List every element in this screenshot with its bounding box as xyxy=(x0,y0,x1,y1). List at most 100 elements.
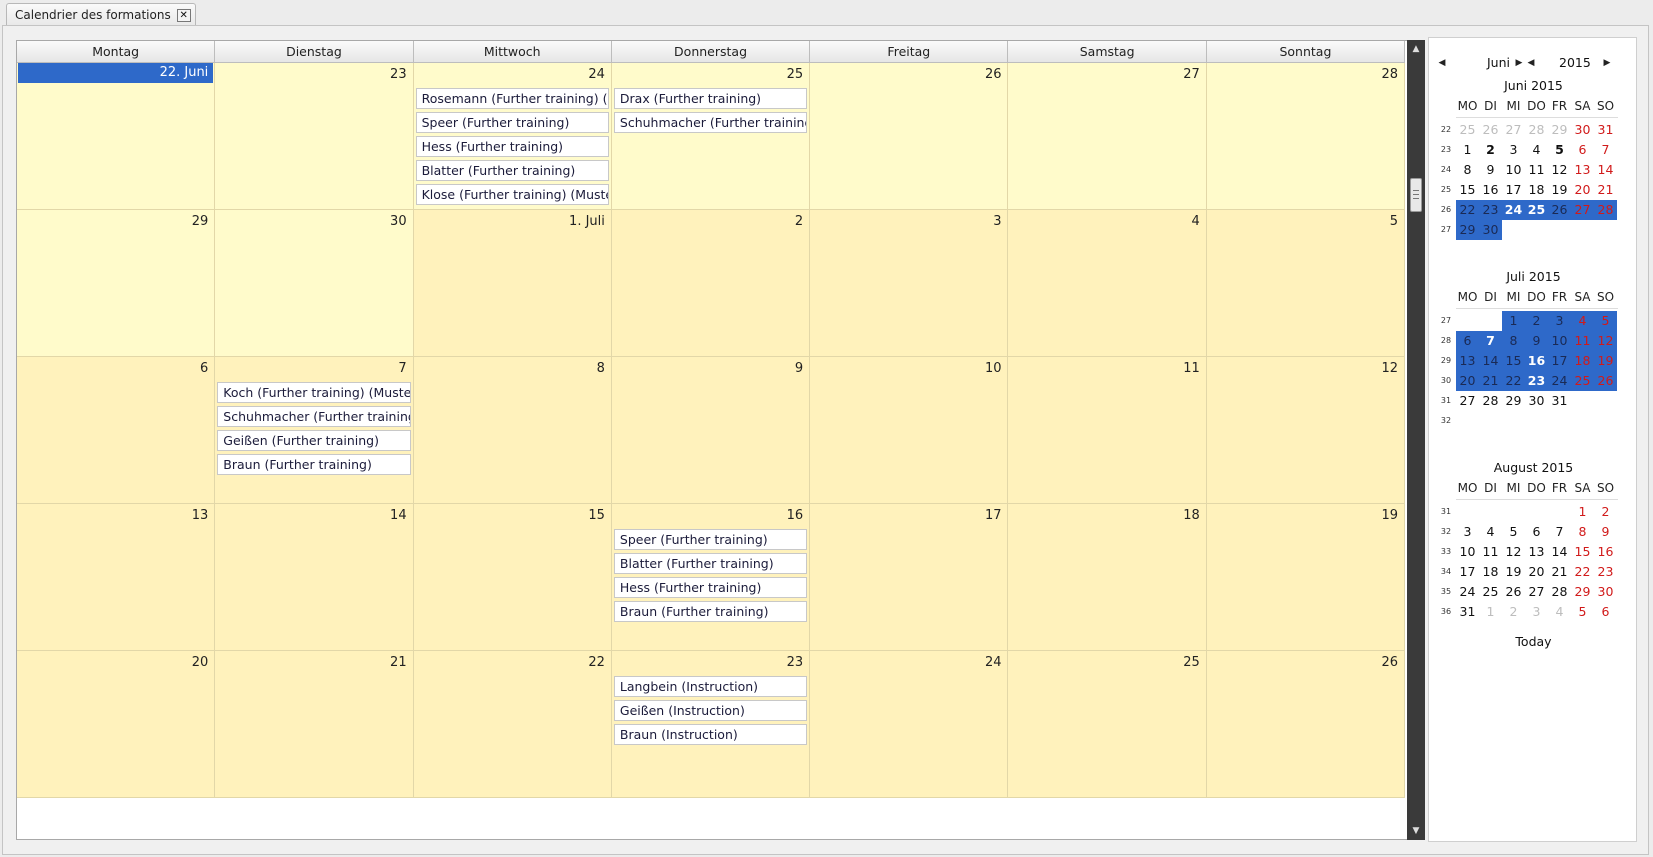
mini-day[interactable]: 27 xyxy=(1571,200,1594,220)
day-cell[interactable]: 28 xyxy=(1206,63,1406,210)
mini-day[interactable]: 4 xyxy=(1548,602,1571,622)
mini-day[interactable]: 20 xyxy=(1525,562,1548,582)
mini-day[interactable]: 14 xyxy=(1548,542,1571,562)
mini-day[interactable]: 9 xyxy=(1594,522,1617,542)
mini-day[interactable]: 19 xyxy=(1548,180,1571,200)
mini-day[interactable]: 3 xyxy=(1525,602,1548,622)
mini-day[interactable]: 22 xyxy=(1502,371,1525,391)
event-item[interactable]: Schuhmacher (Further training) xyxy=(217,406,411,427)
mini-day[interactable]: 27 xyxy=(1456,391,1479,411)
mini-day[interactable]: 24 xyxy=(1456,582,1479,602)
event-item[interactable]: Speer (Further training) xyxy=(613,529,808,550)
next-year-icon[interactable]: ▶ xyxy=(1601,54,1613,72)
event-item[interactable]: Geißen (Instruction) xyxy=(613,700,808,721)
day-cell[interactable]: 16 Speer (Further training) Blatter (Furth… xyxy=(611,504,811,651)
event-item[interactable]: Koch (Further training) (Musters xyxy=(217,382,411,403)
mini-day[interactable]: 29 xyxy=(1456,220,1479,240)
mini-day[interactable]: 6 xyxy=(1456,331,1479,351)
mini-day[interactable]: 6 xyxy=(1525,522,1548,542)
day-cell[interactable]: 9 xyxy=(611,357,811,504)
day-cell[interactable]: 7 Koch (Further training) (Musters Schuhma… xyxy=(215,357,414,504)
day-cell[interactable]: 12 xyxy=(1206,357,1406,504)
mini-day[interactable]: 13 xyxy=(1456,351,1479,371)
mini-day[interactable]: 26 xyxy=(1594,371,1617,391)
event-item[interactable]: Braun (Further training) xyxy=(217,454,411,475)
mini-day[interactable]: 24 xyxy=(1548,371,1571,391)
mini-day[interactable]: 21 xyxy=(1479,371,1502,391)
mini-day[interactable]: 30 xyxy=(1594,582,1617,602)
mini-day[interactable]: 22 xyxy=(1571,562,1594,582)
day-cell[interactable]: 20 xyxy=(17,651,216,798)
mini-day[interactable]: 17 xyxy=(1502,180,1525,200)
mini-day[interactable]: 18 xyxy=(1571,351,1594,371)
mini-day[interactable]: 11 xyxy=(1571,331,1594,351)
day-cell[interactable]: 14 xyxy=(215,504,414,651)
day-cell[interactable]: 1. Juli xyxy=(413,210,612,357)
day-cell[interactable]: 29 xyxy=(17,210,216,357)
event-item[interactable]: Drax (Further training) xyxy=(613,88,808,109)
nav-month-label[interactable]: Juni xyxy=(1487,54,1510,72)
mini-day[interactable]: 31 xyxy=(1548,391,1571,411)
mini-day[interactable]: 9 xyxy=(1525,331,1548,351)
mini-day[interactable]: 22 xyxy=(1456,200,1479,220)
mini-day[interactable]: 26 xyxy=(1548,200,1571,220)
mini-day[interactable]: 1 xyxy=(1502,311,1525,331)
mini-day[interactable]: 4 xyxy=(1479,522,1502,542)
day-cell[interactable]: 24 Rosemann (Further training) (Mu Speer (… xyxy=(413,63,612,210)
day-cell[interactable]: 6 xyxy=(17,357,216,504)
event-item[interactable]: Schuhmacher (Further training) xyxy=(613,112,808,133)
mini-day[interactable]: 10 xyxy=(1502,160,1525,180)
mini-day[interactable]: 27 xyxy=(1502,120,1525,140)
day-cell[interactable]: 13 xyxy=(17,504,216,651)
day-cell[interactable]: 10 xyxy=(810,357,1009,504)
mini-day[interactable]: 11 xyxy=(1525,160,1548,180)
day-cell[interactable]: 22. Juni xyxy=(17,63,216,210)
mini-day[interactable]: 23 xyxy=(1594,562,1617,582)
mini-day[interactable]: 1 xyxy=(1456,140,1479,160)
scroll-thumb[interactable] xyxy=(1410,178,1422,212)
mini-day[interactable]: 3 xyxy=(1456,522,1479,542)
day-cell[interactable]: 26 xyxy=(810,63,1009,210)
event-item[interactable]: Geißen (Further training) xyxy=(217,430,411,451)
mini-day[interactable]: 3 xyxy=(1548,311,1571,331)
mini-day[interactable]: 5 xyxy=(1548,140,1571,160)
mini-day[interactable]: 9 xyxy=(1479,160,1502,180)
vertical-scrollbar[interactable]: ▲ ▼ xyxy=(1407,40,1425,840)
mini-day[interactable]: 31 xyxy=(1456,602,1479,622)
event-item[interactable]: Langbein (Instruction) xyxy=(613,676,808,697)
mini-day[interactable]: 24 xyxy=(1502,200,1525,220)
mini-day[interactable]: 11 xyxy=(1479,542,1502,562)
mini-day[interactable]: 16 xyxy=(1594,542,1617,562)
mini-day[interactable]: 2 xyxy=(1594,502,1617,522)
mini-day[interactable]: 18 xyxy=(1525,180,1548,200)
mini-day[interactable]: 19 xyxy=(1502,562,1525,582)
close-icon[interactable]: ✕ xyxy=(176,9,191,22)
mini-day[interactable]: 2 xyxy=(1479,140,1502,160)
mini-day[interactable]: 30 xyxy=(1571,120,1594,140)
mini-day[interactable]: 13 xyxy=(1525,542,1548,562)
event-item[interactable]: Blatter (Further training) xyxy=(613,553,808,574)
mini-day[interactable]: 5 xyxy=(1571,602,1594,622)
mini-day[interactable]: 16 xyxy=(1479,180,1502,200)
day-cell[interactable]: 15 xyxy=(413,504,612,651)
mini-day[interactable]: 2 xyxy=(1502,602,1525,622)
mini-day[interactable]: 31 xyxy=(1594,120,1617,140)
day-cell[interactable]: 3 xyxy=(810,210,1009,357)
mini-day[interactable]: 29 xyxy=(1502,391,1525,411)
mini-day[interactable]: 30 xyxy=(1525,391,1548,411)
prev-month-icon[interactable]: ◀ xyxy=(1436,54,1448,72)
mini-day[interactable]: 8 xyxy=(1456,160,1479,180)
day-cell[interactable]: 23 Langbein (Instruction) Geißen (Instruct… xyxy=(611,651,811,798)
mini-day[interactable]: 16 xyxy=(1525,351,1548,371)
mini-day[interactable]: 25 xyxy=(1571,371,1594,391)
mini-day[interactable]: 10 xyxy=(1456,542,1479,562)
mini-day[interactable]: 12 xyxy=(1548,160,1571,180)
mini-day[interactable]: 6 xyxy=(1571,140,1594,160)
mini-day[interactable]: 30 xyxy=(1479,220,1502,240)
mini-day[interactable]: 23 xyxy=(1479,200,1502,220)
mini-day[interactable]: 25 xyxy=(1525,200,1548,220)
mini-day[interactable]: 18 xyxy=(1479,562,1502,582)
mini-day[interactable]: 14 xyxy=(1594,160,1617,180)
event-item[interactable]: Braun (Further training) xyxy=(613,601,808,622)
day-cell[interactable]: 17 xyxy=(810,504,1009,651)
